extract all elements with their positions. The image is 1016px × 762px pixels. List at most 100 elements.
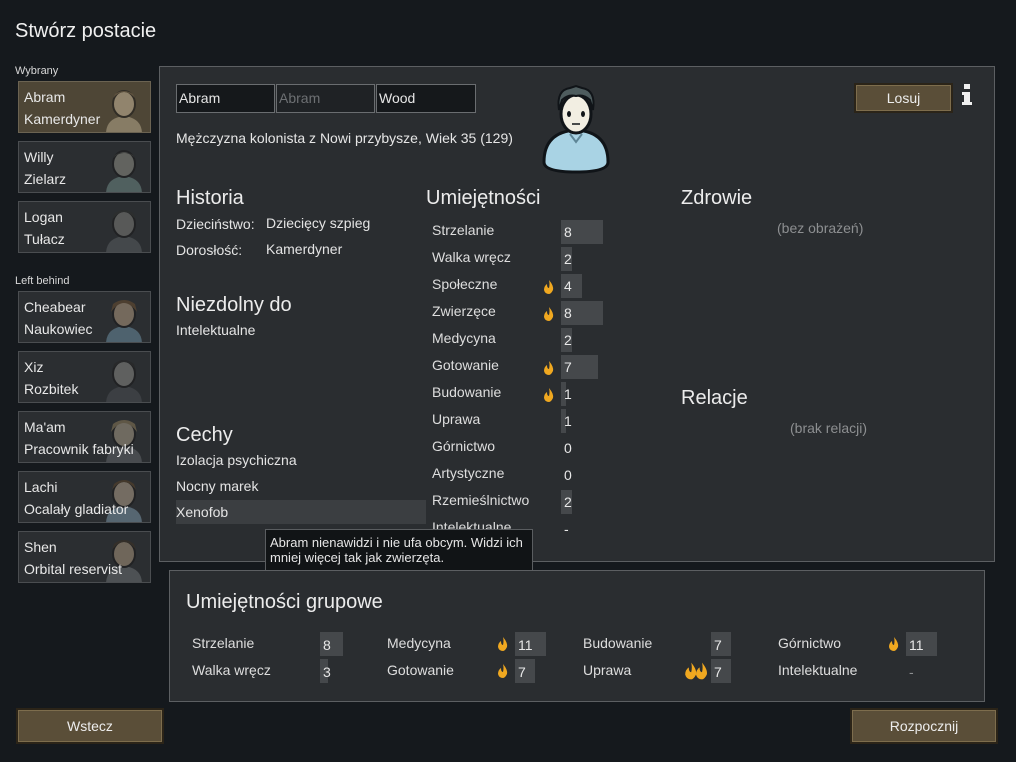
pawn-job: Tułacz	[24, 231, 65, 247]
traits-heading: Cechy	[176, 424, 233, 446]
pawn-job: Ocalały gladiator	[24, 501, 129, 517]
skill-name: Uprawa	[432, 411, 481, 427]
pawn-card-cheabear[interactable]: Cheabear Naukowiec	[18, 291, 151, 343]
pawn-name: Cheabear	[24, 299, 86, 315]
passion-flame-icon	[544, 388, 554, 402]
group-skill-name: Walka wręcz	[192, 662, 271, 678]
skill-name: Medycyna	[432, 330, 496, 346]
pawn-job: Rozbitek	[24, 381, 79, 397]
trait-name: Xenofob	[176, 504, 229, 520]
passion-flame-icon	[889, 637, 899, 651]
major-passion-flame-icon	[685, 662, 707, 680]
colonist-description: Mężczyzna kolonista z Nowi przybysze, Wi…	[176, 130, 513, 146]
pawn-card-xiz[interactable]: Xiz Rozbitek	[18, 351, 151, 403]
skill-name: Walka wręcz	[432, 249, 511, 265]
skill-name: Górnictwo	[432, 438, 496, 454]
start-button[interactable]: Rozpocznij	[850, 708, 998, 744]
skill-level-value: 2	[564, 251, 572, 267]
passion-flame-icon	[544, 280, 554, 294]
trait-row[interactable]: Izolacja psychiczna	[176, 448, 426, 472]
pawn-portrait-icon	[106, 90, 142, 132]
group-skill-name: Budowanie	[583, 635, 653, 651]
pawn-name: Lachi	[24, 479, 58, 495]
adulthood-value[interactable]: Kamerdyner	[266, 241, 342, 257]
group-skills-panel	[169, 570, 985, 702]
incapable-heading: Niezdolny do	[176, 294, 292, 316]
pawn-portrait-icon	[106, 210, 142, 252]
pawn-card-abram[interactable]: Abram Kamerdyner	[18, 81, 151, 133]
trait-row[interactable]: Nocny marek	[176, 474, 426, 498]
group-skill-level-value: 11	[518, 637, 533, 653]
trait-tooltip: Abram nienawidzi i nie ufa obcym. Widzi …	[265, 529, 533, 575]
passion-flame-icon	[544, 361, 554, 375]
group-skill-name: Uprawa	[583, 662, 632, 678]
group-skill-level-value: 7	[518, 664, 526, 680]
skill-level-value: 0	[564, 467, 572, 483]
skill-level-value: 0	[564, 440, 572, 456]
trait-row-hovered[interactable]: Xenofob	[176, 500, 426, 524]
group-skill-name: Medycyna	[387, 635, 451, 651]
skill-name: Zwierzęce	[432, 303, 496, 319]
left-behind-section-label: Left behind	[15, 275, 70, 287]
trait-name: Nocny marek	[176, 478, 259, 494]
childhood-value[interactable]: Dziecięcy szpieg	[266, 215, 370, 231]
skill-name: Społeczne	[432, 276, 498, 292]
pawn-name: Logan	[24, 209, 63, 225]
pawn-name: Ma'am	[24, 419, 66, 435]
skill-name: Strzelanie	[432, 222, 495, 238]
group-skill-level-value: 3	[323, 664, 331, 680]
selected-section-label: Wybrany	[15, 65, 59, 77]
group-skill-name: Gotowanie	[387, 662, 454, 678]
history-heading: Historia	[176, 187, 244, 209]
pawn-job: Orbital reservist	[24, 561, 123, 577]
relations-status: (brak relacji)	[790, 420, 868, 436]
pawn-job: Naukowiec	[24, 321, 93, 337]
pawn-card-lachi[interactable]: Lachi Ocalały gladiator	[18, 471, 151, 523]
back-button[interactable]: Wstecz	[16, 708, 164, 744]
skill-name: Gotowanie	[432, 357, 499, 373]
adulthood-label: Dorosłość:	[176, 242, 243, 258]
childhood-label: Dzieciństwo:	[176, 216, 255, 232]
group-skill-name: Górnictwo	[778, 635, 842, 651]
pawn-job: Kamerdyner	[24, 111, 101, 127]
skill-name: Budowanie	[432, 384, 502, 400]
pawn-portrait-icon	[106, 360, 142, 402]
pawn-portrait-icon	[106, 300, 142, 342]
incapable-item: Intelektualne	[176, 322, 256, 338]
group-skill-name: Strzelanie	[192, 635, 255, 651]
skill-level-value: 1	[564, 413, 572, 429]
info-icon[interactable]	[960, 84, 974, 106]
nickname-field[interactable]: Abram	[276, 84, 375, 113]
pawn-name: Abram	[24, 89, 66, 105]
trait-name: Izolacja psychiczna	[176, 452, 297, 468]
page-title: Stwórz postacie	[15, 20, 157, 42]
pawn-card-willy[interactable]: Willy Zielarz	[18, 141, 151, 193]
health-status: (bez obrażeń)	[777, 220, 864, 236]
pawn-name: Willy	[24, 149, 54, 165]
skill-level-value: 1	[564, 386, 572, 402]
pawn-card-shen[interactable]: Shen Orbital reservist	[18, 531, 151, 583]
passion-flame-icon	[498, 664, 508, 678]
group-skill-level-value: 7	[714, 664, 722, 680]
pawn-card-maam[interactable]: Ma'am Pracownik fabryki	[18, 411, 151, 463]
colonist-portrait-icon	[542, 84, 610, 174]
last-name-field[interactable]: Wood	[376, 84, 476, 113]
health-heading: Zdrowie	[681, 187, 753, 209]
skill-level-value: -	[564, 521, 569, 531]
skill-name: Rzemieślnictwo	[432, 492, 530, 508]
skill-level-value: 2	[564, 494, 572, 510]
first-name-field[interactable]: Abram	[176, 84, 275, 113]
relations-heading: Relacje	[681, 387, 748, 409]
pawn-card-logan[interactable]: Logan Tułacz	[18, 201, 151, 253]
group-skill-level-value: -	[909, 664, 914, 680]
skill-level-value: 2	[564, 332, 572, 348]
skill-level-value: 7	[564, 359, 572, 375]
skills-heading: Umiejętności	[426, 187, 541, 209]
group-skills-heading: Umiejętności grupowe	[186, 591, 383, 613]
skill-level-value: 8	[564, 224, 572, 240]
skill-name: Artystyczne	[432, 465, 505, 481]
randomize-button[interactable]: Losuj	[854, 83, 953, 113]
group-skill-name: Intelektualne	[778, 662, 858, 678]
group-skill-level-value: 11	[909, 637, 924, 653]
group-skill-level-value: 8	[323, 637, 331, 653]
